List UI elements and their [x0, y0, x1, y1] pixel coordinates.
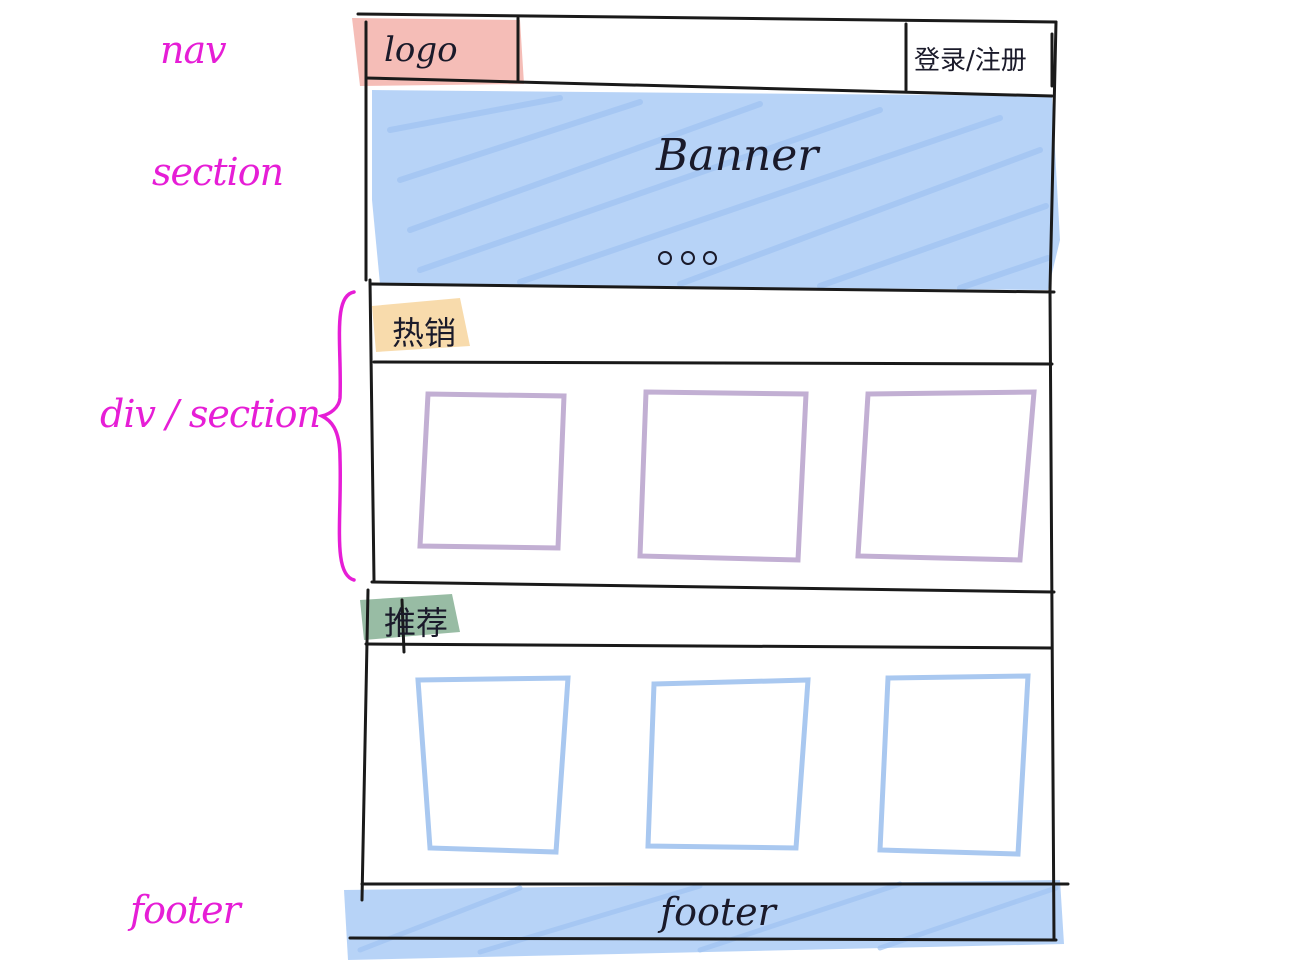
footer-text: footer: [660, 890, 776, 934]
recommend-section-title: 推荐: [384, 604, 449, 642]
wireframe: [344, 12, 1070, 960]
hot-section-title: 热销: [392, 314, 457, 352]
login-register-link[interactable]: 登录/注册: [914, 40, 1027, 77]
logo-text: logo: [384, 30, 458, 70]
banner-title: Banner: [656, 130, 819, 181]
